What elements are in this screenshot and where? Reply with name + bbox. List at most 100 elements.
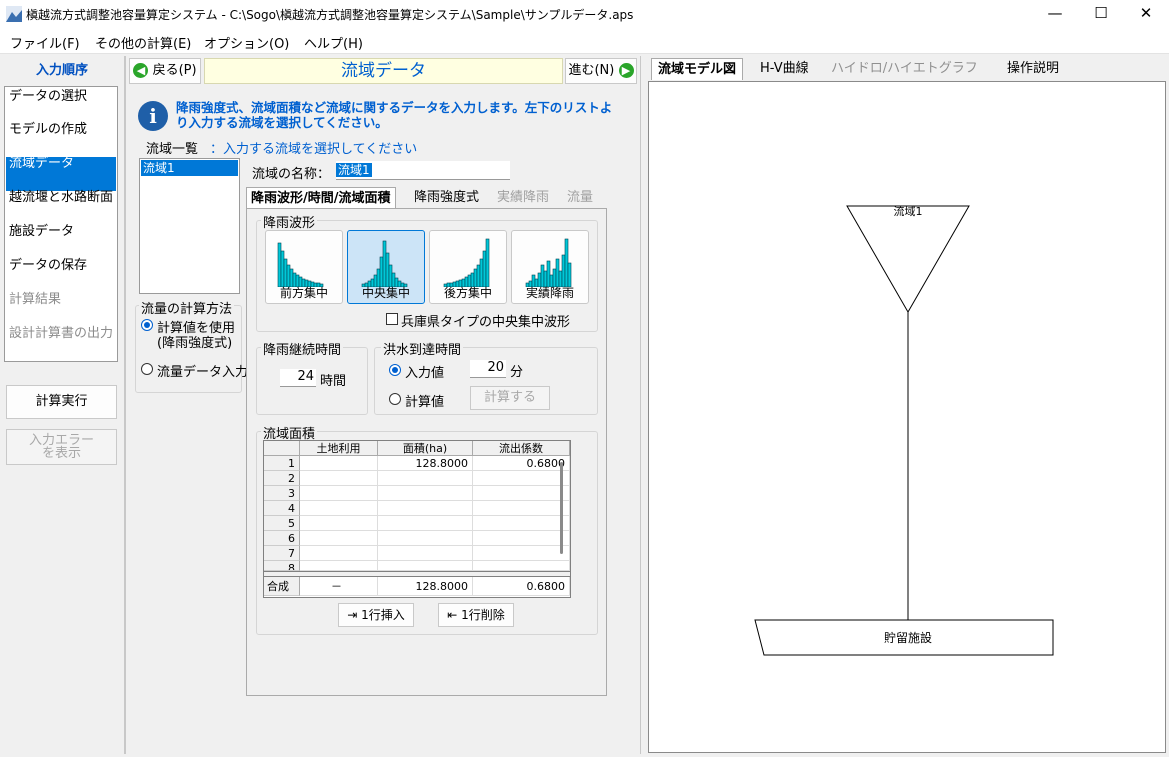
nav-item-catchment[interactable]: 流域データ <box>6 157 116 191</box>
hyogo-checkbox[interactable] <box>386 313 398 325</box>
menu-other-calc[interactable]: その他の計算(E) <box>95 33 191 52</box>
insert-row-button[interactable]: ⇥ 1行挿入 <box>338 603 414 627</box>
left-divider[interactable] <box>124 56 126 754</box>
cell-area[interactable] <box>378 531 473 546</box>
delete-row-button[interactable]: ⇤ 1行削除 <box>438 603 514 627</box>
duration-unit: 時間 <box>320 374 347 389</box>
tab-hydrograph[interactable]: ハイドロ/ハイエトグラフ <box>825 58 984 80</box>
next-button[interactable]: 進む(N) ▶ <box>565 58 637 84</box>
tab-intensity-formula[interactable]: 降雨強度式 <box>410 187 483 209</box>
wave-back-button[interactable]: 後方集中 <box>429 230 507 304</box>
calc-value-sublabel: (降雨強度式) <box>157 336 233 351</box>
maximize-button[interactable]: ☐ <box>1078 0 1124 28</box>
nav-item-model[interactable]: モデルの作成 <box>6 123 116 136</box>
row-header[interactable]: 4 <box>264 501 300 516</box>
tab-hv-curve[interactable]: H-V曲線 <box>754 58 815 80</box>
cell-land-use[interactable] <box>300 486 378 501</box>
calc-method-label: 流量の計算方法 <box>139 298 235 317</box>
grid-corner <box>264 441 300 456</box>
row-header[interactable]: 8 <box>264 561 300 571</box>
catchment-label: 流域1 <box>894 204 923 218</box>
cell-area[interactable] <box>378 546 473 561</box>
row-header[interactable]: 2 <box>264 471 300 486</box>
row-header[interactable]: 7 <box>264 546 300 561</box>
flood-time-input[interactable]: 20 <box>470 360 506 378</box>
cell-land-use[interactable] <box>300 531 378 546</box>
cell-area[interactable]: 128.8000 <box>378 456 473 471</box>
catchment-list[interactable]: 流域1 <box>139 158 240 294</box>
catchment-shape[interactable] <box>846 205 970 314</box>
facility-label: 貯留施設 <box>884 630 932 645</box>
catchment-name-value: 流域1 <box>336 163 372 177</box>
col-runoff[interactable]: 流出係数 <box>473 441 570 456</box>
nav-item-result[interactable]: 計算結果 <box>6 293 116 306</box>
wave-center-icon <box>361 240 408 287</box>
tab-model-diagram[interactable]: 流域モデル図 <box>651 58 744 80</box>
show-errors-button[interactable]: 入力エラーを表示 <box>6 429 117 465</box>
cell-area[interactable] <box>378 486 473 501</box>
duration-input[interactable]: 24 <box>280 369 316 387</box>
nav-list: データの選択 モデルの作成 流域データ 越流堰と水路断面 施設データ データの保… <box>4 86 118 362</box>
catchment-name-input[interactable]: 流域1 <box>336 161 510 180</box>
total-runoff: 0.6800 <box>473 577 570 596</box>
menu-options[interactable]: オプション(O) <box>204 33 289 52</box>
calc-value-radio[interactable] <box>141 319 153 331</box>
row-header[interactable]: 1 <box>264 456 300 471</box>
col-area[interactable]: 面積(ha) <box>378 441 473 456</box>
catchment-list-label: 流域一覧 <box>146 142 199 157</box>
tab-actual-rain[interactable]: 実績降雨 <box>493 187 553 209</box>
nav-item-data-select[interactable]: データの選択 <box>6 90 116 103</box>
wave-front-icon <box>277 242 324 287</box>
wave-back-label: 後方集中 <box>443 286 492 300</box>
nav-item-save[interactable]: データの保存 <box>6 259 116 272</box>
flow-input-radio[interactable] <box>141 363 153 375</box>
menu-help[interactable]: ヘルプ(H) <box>304 33 363 52</box>
window-title: 槇越流方式調整池容量算定システム - C:\Sogo\槇越流方式調整池容量算定シ… <box>26 8 634 22</box>
cell-area[interactable] <box>378 561 473 571</box>
col-land-use[interactable]: 土地利用 <box>300 441 378 456</box>
info-icon: i <box>138 101 168 131</box>
row-header[interactable]: 3 <box>264 486 300 501</box>
cell-land-use[interactable] <box>300 471 378 486</box>
wave-front-label: 前方集中 <box>279 286 328 300</box>
cell-land-use[interactable] <box>300 456 378 471</box>
minimize-button[interactable]: — <box>1032 0 1078 28</box>
nav-item-weir[interactable]: 越流堰と水路断面 <box>6 191 116 219</box>
wave-actual-button[interactable]: 実績降雨 <box>511 230 589 304</box>
nav-item-report[interactable]: 設計計算書の出力 <box>6 327 116 355</box>
cell-area[interactable] <box>378 516 473 531</box>
menu-file[interactable]: ファイル(F) <box>10 33 80 52</box>
wave-center-button[interactable]: 中央集中 <box>347 230 425 304</box>
total-area: 128.8000 <box>378 577 473 596</box>
tab-flow[interactable]: 流量 <box>563 187 597 209</box>
nav-item-facility[interactable]: 施設データ <box>6 225 116 238</box>
cell-land-use[interactable] <box>300 501 378 516</box>
info-text: 降雨強度式、流域面積など流域に関するデータを入力します。左下のリストより入力する… <box>176 100 613 130</box>
catchment-item[interactable]: 流域1 <box>141 160 238 176</box>
run-calc-button[interactable]: 計算実行 <box>6 385 117 419</box>
tab-instructions[interactable]: 操作説明 <box>1001 58 1065 80</box>
cell-land-use[interactable] <box>300 546 378 561</box>
tab-rainfall-wave[interactable]: 降雨波形/時間/流域面積 <box>246 187 396 209</box>
model-canvas[interactable]: 流域1 貯留施設 <box>648 81 1166 753</box>
cell-area[interactable] <box>378 501 473 516</box>
cell-area[interactable] <box>378 471 473 486</box>
back-label: 戻る(P) <box>152 63 197 78</box>
grid-scrollbar[interactable] <box>556 458 568 569</box>
row-header[interactable]: 6 <box>264 531 300 546</box>
area-grid[interactable]: 土地利用 面積(ha) 流出係数 1 128.8000 0.6800 2 3 4… <box>263 440 571 598</box>
calc-button[interactable]: 計算する <box>470 386 550 410</box>
flow-input-label: 流量データ入力 <box>157 365 249 380</box>
menu-bar: ファイル(F) その他の計算(E) オプション(O) ヘルプ(H) <box>0 28 1169 54</box>
wave-front-button[interactable]: 前方集中 <box>265 230 343 304</box>
grid-scroll-thumb[interactable] <box>560 462 563 554</box>
close-button[interactable]: ✕ <box>1123 0 1169 28</box>
cell-land-use[interactable] <box>300 516 378 531</box>
wave-back-icon <box>443 238 490 287</box>
flood-calc-radio[interactable] <box>389 393 401 405</box>
cell-land-use[interactable] <box>300 561 378 571</box>
flood-input-radio[interactable] <box>389 364 401 376</box>
pane-splitter[interactable] <box>640 56 646 754</box>
back-button[interactable]: ◀ 戻る(P) <box>129 58 201 84</box>
row-header[interactable]: 5 <box>264 516 300 531</box>
